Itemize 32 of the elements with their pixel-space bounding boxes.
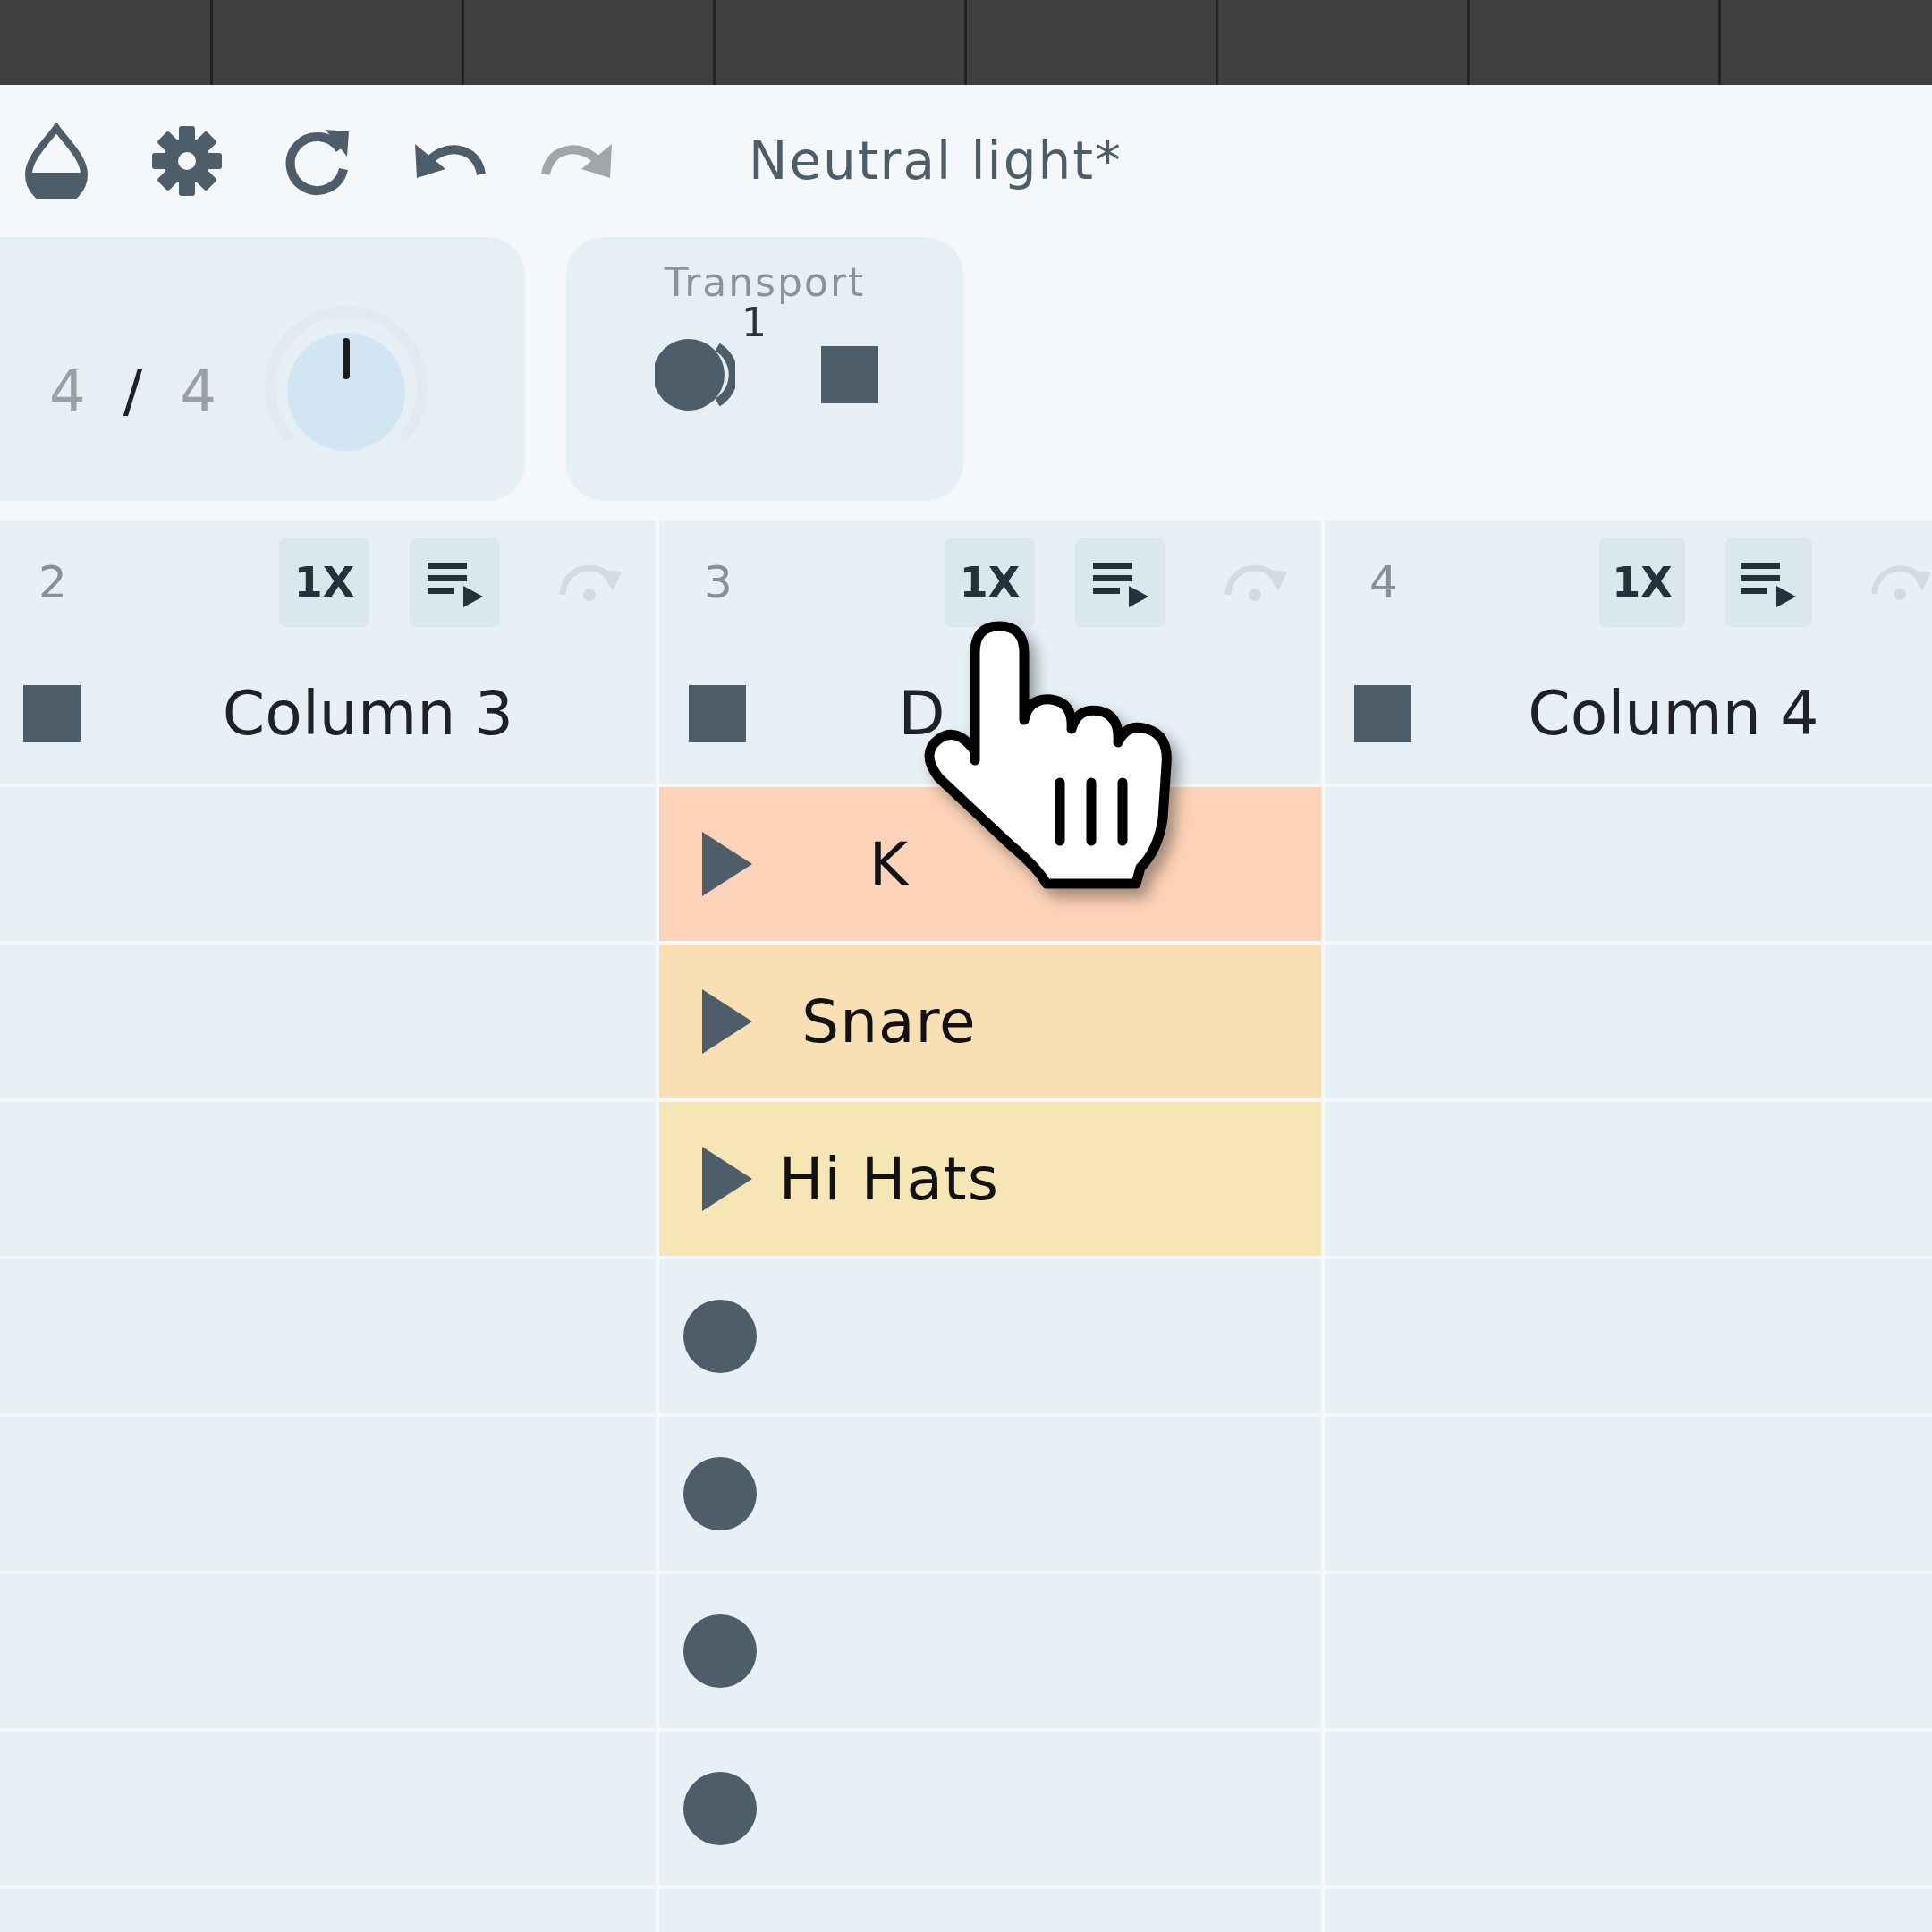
theme-name: Neutral light* xyxy=(749,129,1123,193)
column-name: Column 3 xyxy=(221,677,515,750)
time-signature-denominator: 4 xyxy=(180,357,216,427)
column-number: 2 xyxy=(38,555,68,610)
column-number: 4 xyxy=(1369,555,1399,610)
queue-button[interactable] xyxy=(1725,538,1812,627)
column-name: Column 4 xyxy=(1527,677,1820,750)
clip-slot[interactable]: Hi Hats xyxy=(659,1102,1321,1259)
stop-icon xyxy=(689,685,746,742)
stop-icon xyxy=(821,346,878,403)
stop-icon xyxy=(1354,685,1411,742)
stop-icon xyxy=(23,685,80,742)
speed-button[interactable]: 1X xyxy=(279,538,369,627)
record-dot-icon[interactable] xyxy=(682,1614,758,1689)
clip-name: Hi Hats xyxy=(777,1143,1001,1216)
clip-name: K xyxy=(868,828,911,901)
record-dot-icon[interactable] xyxy=(682,1456,758,1531)
speed-button[interactable]: 1X xyxy=(1598,538,1686,627)
column-number: 3 xyxy=(704,555,733,610)
record-dot-icon[interactable] xyxy=(682,1299,758,1374)
record-dot-icon[interactable] xyxy=(682,1771,758,1846)
clip-slot[interactable]: Snare xyxy=(659,945,1321,1102)
queue-button[interactable] xyxy=(1075,538,1165,627)
play-icon[interactable] xyxy=(702,832,752,896)
clip-name: Snare xyxy=(801,986,978,1058)
play-icon[interactable] xyxy=(702,1147,752,1211)
speed-button[interactable]: 1X xyxy=(945,538,1035,627)
time-signature-numerator: 4 xyxy=(49,357,86,427)
column-name: D xyxy=(897,677,946,750)
time-signature-separator: / xyxy=(122,357,144,426)
queue-button[interactable] xyxy=(410,538,500,627)
play-icon[interactable] xyxy=(702,989,752,1054)
